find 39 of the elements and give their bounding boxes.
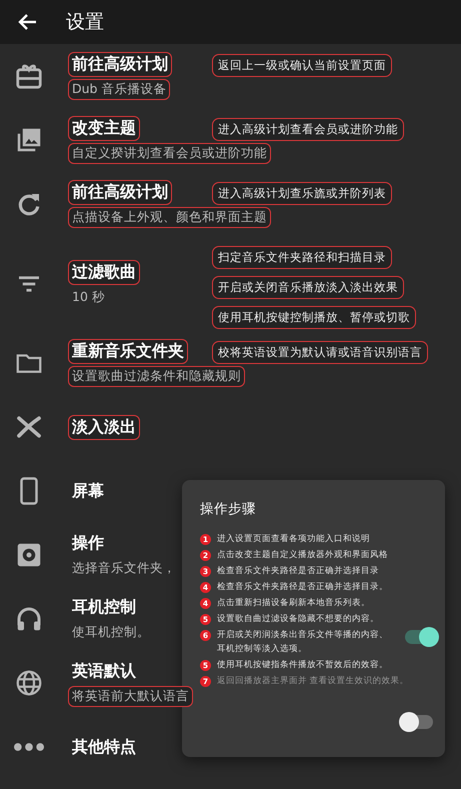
- annotation-label: 返回上一级或确认当前设置页面: [212, 54, 392, 77]
- annotation-label: 使用耳机按键控制播放、暂停或切歌: [212, 306, 416, 329]
- step-text: 点击改变主题自定义播放器外观和界面风格: [217, 548, 388, 562]
- annotation-label: 校将英语设置为默认请或语音识别语言: [212, 341, 428, 364]
- setting-title[interactable]: 重新音乐文件夹: [68, 339, 188, 364]
- annotation-label: 进入高级计划查乐旒或并阶列表: [212, 182, 392, 205]
- annotation-label: 开启或关闭音乐播放淡入淡出效果: [212, 276, 404, 299]
- setting-description: 选择音乐文件夹，: [71, 559, 177, 577]
- more-icon: [14, 743, 44, 751]
- setting-description: 设置歌曲过滤条件和隐藏规则: [68, 366, 245, 387]
- page-title: 设置: [66, 10, 104, 35]
- setting-description: 点描设备上外观、颜色和界面主题: [68, 207, 271, 228]
- setting-title[interactable]: 淡入淡出: [68, 414, 140, 440]
- setting-description: Dub 音乐播设备: [68, 79, 170, 100]
- setting-title[interactable]: 屏幕: [68, 478, 108, 504]
- setting-description: 将英语前大默认语言: [68, 686, 193, 707]
- step-text: 检查音乐文件夹路径是否正确并选择目录。: [217, 580, 388, 594]
- setting-title[interactable]: 操作: [68, 531, 108, 556]
- step-text: 使用耳机按键指条件播放不暂效后的效容。: [217, 658, 388, 672]
- step-text: 开启或关闭润淡条出音乐文件等播的内容、 耳机控制等淡入选项。: [217, 628, 388, 656]
- step-text: 设置歌自曲过滤设备隐藏不想要的内容。: [217, 612, 379, 626]
- setting-title[interactable]: 前往高级计划: [68, 180, 172, 205]
- setting-description: 使耳机控制。: [71, 623, 151, 641]
- step-text: 点击重新扫描设备刷新本地音乐列表。: [217, 596, 370, 610]
- step-text: 检查音乐文件夹路径是否正确并选择目录: [217, 564, 379, 578]
- setting-title[interactable]: 耳机控制: [68, 595, 140, 620]
- setting-title[interactable]: 其他特点: [68, 734, 140, 760]
- setting-description: 10 秒: [71, 288, 106, 306]
- step-text: 进入设置页面查看各项功能入口和说明: [217, 533, 370, 546]
- setting-title[interactable]: 过滤歌曲: [68, 260, 140, 284]
- annotation-label: 进入高级计划查看会员或进阶功能: [212, 118, 404, 141]
- setting-title[interactable]: 前往高级计划: [68, 52, 172, 77]
- panel-title: 操作步骤: [200, 500, 256, 518]
- setting-title[interactable]: 英语默认: [68, 659, 140, 684]
- setting-description: 自定义揆讲划查看会员或进阶功能: [68, 143, 271, 164]
- globe-icon: [14, 668, 44, 698]
- annotation-label: 扫定音乐文件夹路径和扫描目录: [212, 246, 392, 269]
- step-text: 返回回播放器主界面并 查看设置生效识的效果。: [217, 674, 409, 688]
- setting-title[interactable]: 改变主题: [68, 116, 140, 141]
